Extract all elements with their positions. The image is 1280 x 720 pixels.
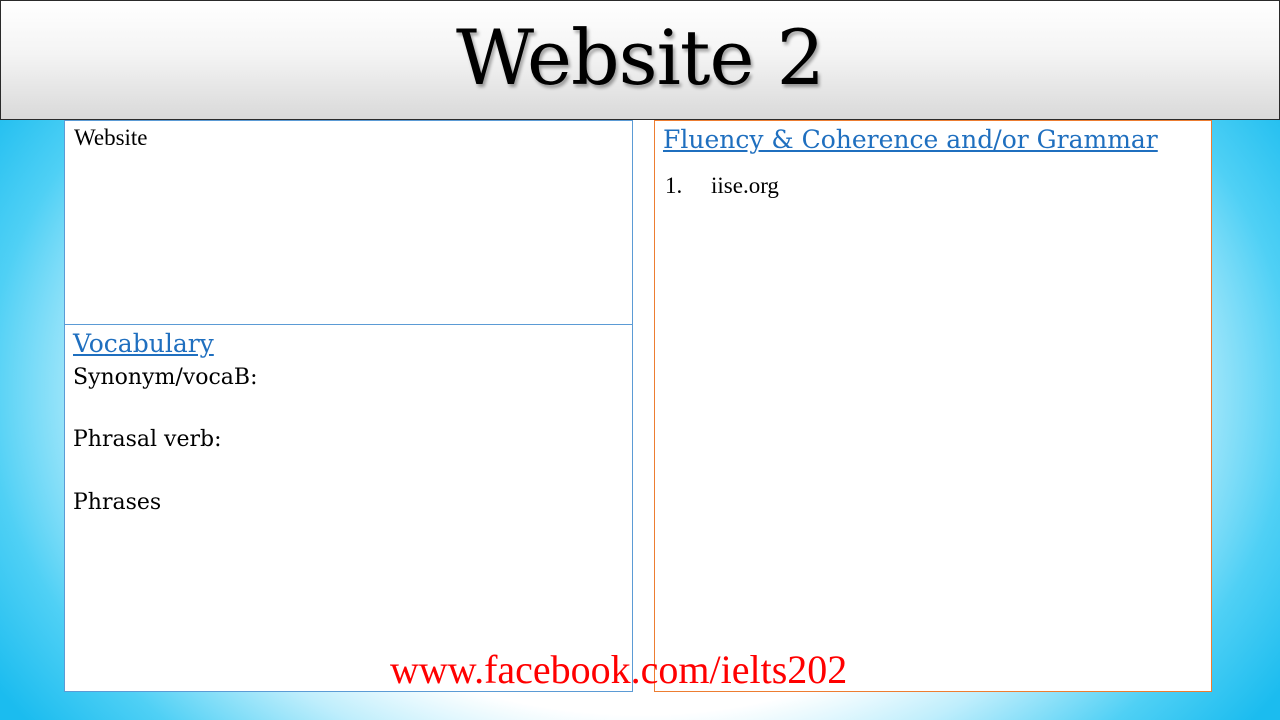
synonym-label: Synonym/vocaB: xyxy=(73,365,258,390)
website-label: Website xyxy=(74,125,148,150)
title-bar: Website 2 xyxy=(0,0,1280,120)
fluency-panel: Fluency & Coherence and/or Grammar 1. iis… xyxy=(654,120,1212,692)
vocabulary-heading: Vocabulary xyxy=(73,329,214,358)
phrasal-verb-label: Phrasal verb: xyxy=(73,427,222,452)
list-item-number: 1. xyxy=(665,173,683,198)
vocabulary-panel: Vocabulary Synonym/vocaB: Phrasal verb: … xyxy=(64,324,633,692)
website-panel: Website xyxy=(64,120,633,325)
list-item-text: iise.org xyxy=(711,173,779,198)
list-item: 1. iise.org xyxy=(665,173,779,199)
phrases-label: Phrases xyxy=(73,490,162,515)
slide-title: Website 2 xyxy=(456,13,825,102)
facebook-link[interactable]: www.facebook.com/ielts202 xyxy=(390,646,847,693)
fluency-heading: Fluency & Coherence and/or Grammar xyxy=(663,125,1158,154)
